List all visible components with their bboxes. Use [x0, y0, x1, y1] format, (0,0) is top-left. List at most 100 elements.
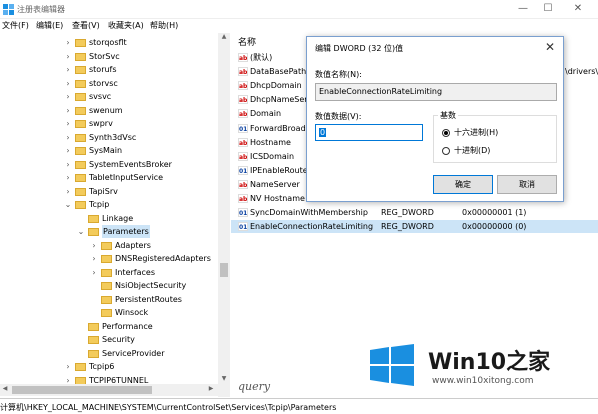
string-value-icon: ab [238, 67, 248, 77]
tree-item[interactable]: › swenum [0, 104, 218, 117]
value-name: DataBasePath [250, 67, 307, 77]
expand-chevron-icon[interactable]: › [64, 171, 72, 184]
tree-item[interactable]: › Interfaces [0, 266, 218, 279]
dec-radio-dot[interactable] [442, 147, 450, 155]
scroll-left-icon[interactable]: ◀ [0, 385, 10, 395]
signature-watermark: query [238, 380, 271, 393]
tree-item-label: Security [102, 335, 135, 344]
regedit-icon [3, 4, 14, 15]
folder-icon [101, 255, 112, 263]
expand-chevron-icon[interactable]: › [64, 185, 72, 198]
string-value-icon: ab [238, 151, 248, 161]
scroll-thumb[interactable] [220, 263, 228, 277]
tree-item[interactable]: › TabletInputService [0, 171, 218, 184]
tree-item[interactable]: › TapiSrv [0, 185, 218, 198]
tree-item[interactable]: › Synth3dVsc [0, 131, 218, 144]
registry-tree[interactable]: › storqosflt › StorSvc › storufs › storvsc › svsv… [0, 33, 230, 397]
tree-item[interactable]: › StorSvc [0, 50, 218, 63]
tree-item-label: swprv [89, 119, 113, 128]
expand-chevron-icon[interactable]: › [64, 77, 72, 90]
string-value-icon: ab [238, 81, 248, 91]
expand-chevron-icon[interactable]: › [64, 360, 72, 373]
value-data-label: 数值数据(V): [315, 112, 362, 121]
menu-view[interactable]: 查看(V) [72, 20, 100, 31]
tree-item[interactable]: ⌄ Tcpip [0, 198, 218, 211]
tree-item[interactable]: › SysMain [0, 144, 218, 157]
expand-chevron-icon[interactable]: › [64, 144, 72, 157]
scroll-right-icon[interactable]: ▶ [206, 385, 216, 395]
expand-chevron-icon[interactable]: › [64, 131, 72, 144]
tree-item[interactable]: › DNSRegisteredAdapters [0, 252, 218, 265]
expand-chevron-icon[interactable]: › [64, 158, 72, 171]
folder-icon [101, 295, 112, 304]
binary-value-icon: 01 [238, 222, 248, 232]
expand-chevron-icon[interactable]: › [64, 63, 72, 76]
binary-value-icon: 01 [238, 123, 248, 133]
tree-item[interactable]: › storufs [0, 63, 218, 76]
column-header-name[interactable]: 名称 [238, 35, 256, 48]
tree-item[interactable]: › Adapters [0, 239, 218, 252]
dialog-close-icon[interactable]: ✕ [545, 40, 555, 54]
expand-chevron-icon[interactable]: › [90, 252, 98, 265]
value-name: (默认) [250, 53, 273, 62]
tree-item[interactable]: › Tcpip6 [0, 360, 218, 373]
tree-item-label: svsvc [89, 92, 112, 101]
expand-chevron-icon[interactable]: › [90, 239, 98, 252]
minimize-icon[interactable]: — [517, 3, 529, 15]
folder-icon [75, 174, 86, 182]
collapse-chevron-icon[interactable]: ⌄ [64, 198, 72, 211]
tree-item[interactable]: PersistentRoutes [0, 293, 218, 306]
folder-icon [75, 187, 86, 196]
tree-item[interactable]: › swprv [0, 117, 218, 130]
value-name: NameServer [250, 179, 300, 189]
menu-help[interactable]: 帮助(H) [150, 20, 178, 31]
tree-horizontal-scrollbar[interactable]: ◀ ▶ [0, 384, 230, 396]
menu-favorites[interactable]: 收藏夹(A) [108, 20, 144, 31]
ok-button[interactable]: 确定 [433, 175, 493, 194]
tree-item[interactable]: Performance [0, 320, 218, 333]
tree-item[interactable]: Winsock [0, 306, 218, 319]
collapse-chevron-icon[interactable]: ⌄ [77, 225, 85, 238]
value-name: Hostname [250, 137, 291, 147]
folder-icon [88, 228, 99, 236]
tree-item[interactable]: › SystemEventsBroker [0, 158, 218, 171]
menu-file[interactable]: 文件(F) [2, 20, 29, 31]
tree-item[interactable]: NsiObjectSecurity [0, 279, 218, 292]
value-name: NV Hostname [250, 194, 305, 203]
tree-item[interactable]: ServiceProvider [0, 347, 218, 360]
expand-chevron-icon[interactable]: › [90, 266, 98, 279]
maximize-icon[interactable]: ☐ [542, 3, 554, 15]
expand-chevron-icon[interactable]: › [64, 36, 72, 49]
string-value-icon: ab [238, 53, 248, 62]
value-data-input[interactable]: 0 [315, 124, 423, 141]
folder-icon [75, 106, 86, 115]
expand-chevron-icon[interactable]: › [64, 117, 72, 130]
tree-item[interactable]: › svsvc [0, 90, 218, 103]
menu-edit[interactable]: 编辑(E) [36, 20, 63, 31]
tree-item[interactable]: › storqosflt [0, 36, 218, 49]
tree-item-label: swenum [89, 105, 123, 115]
binary-value-icon: 01 [238, 208, 248, 218]
tree-item[interactable]: › storvsc [0, 77, 218, 90]
tree-vertical-scrollbar[interactable]: ▲ ▼ [218, 33, 230, 397]
hex-radio-label: 十六进制(H) [454, 128, 499, 137]
tree-item[interactable]: Linkage [0, 212, 218, 225]
expand-chevron-icon[interactable]: › [64, 104, 72, 117]
binary-value-icon: 01 [238, 165, 248, 175]
close-icon[interactable]: ✕ [572, 3, 584, 15]
hscroll-thumb[interactable] [12, 386, 152, 394]
string-value-icon: ab [238, 194, 248, 203]
expand-chevron-icon[interactable]: › [64, 50, 72, 63]
folder-icon [75, 201, 86, 209]
tree-item[interactable]: Security [0, 333, 218, 346]
cancel-button[interactable]: 取消 [497, 175, 557, 194]
scroll-up-icon[interactable]: ▲ [218, 33, 230, 43]
value-row[interactable]: 01 SyncDomainWithMembership REG_DWORD 0x000… [231, 206, 598, 219]
tree-item-label: storqosflt [89, 38, 127, 47]
value-row[interactable]: 01 EnableConnectionRateLimiting REG_DWORD 0… [231, 220, 598, 234]
value-data: 0x00000000 (0) [462, 222, 527, 232]
tree-item[interactable]: ⌄ Parameters [0, 225, 218, 238]
hex-radio-dot[interactable] [442, 129, 450, 137]
expand-chevron-icon[interactable]: › [64, 90, 72, 103]
status-path: 计算机\HKEY_LOCAL_MACHINE\SYSTEM\CurrentCon… [0, 403, 337, 412]
